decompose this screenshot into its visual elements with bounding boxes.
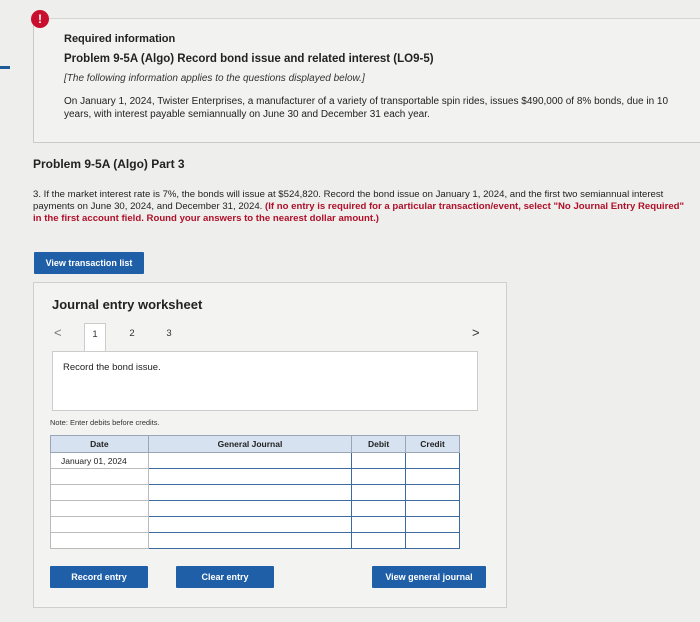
journal-table: Date General Journal Debit Credit Januar… [50, 435, 460, 549]
credit-field[interactable] [405, 484, 460, 501]
account-field[interactable] [147, 468, 353, 485]
account-field[interactable] [147, 532, 353, 549]
journal-entry-worksheet: Journal entry worksheet < 1 2 3 > Record… [33, 282, 507, 608]
date-column-header: Date [50, 435, 149, 453]
date-cell [50, 500, 149, 517]
general-journal-column-header: General Journal [147, 435, 353, 453]
problem-description: On January 1, 2024, Twister Enterprises,… [64, 96, 669, 120]
debit-field[interactable] [351, 516, 407, 533]
table-row [50, 484, 460, 501]
credit-field[interactable] [405, 500, 460, 517]
credit-field[interactable] [405, 516, 460, 533]
credit-column-header: Credit [405, 435, 460, 453]
table-row [50, 500, 460, 517]
debit-credit-note: Note: Enter debits before credits. [50, 418, 160, 427]
account-field[interactable] [147, 516, 353, 533]
table-row [50, 516, 460, 533]
date-cell [50, 468, 149, 485]
debit-field[interactable] [351, 468, 407, 485]
journal-header-row: Date General Journal Debit Credit [50, 435, 460, 453]
view-general-journal-button[interactable]: View general journal [372, 566, 486, 588]
debit-field[interactable] [351, 452, 407, 469]
record-entry-button[interactable]: Record entry [50, 566, 148, 588]
debit-field[interactable] [351, 532, 407, 549]
date-cell [50, 532, 149, 549]
table-row: January 01, 2024 [50, 452, 460, 469]
tab-2[interactable]: 2 [121, 323, 143, 351]
worksheet-title: Journal entry worksheet [52, 297, 203, 312]
debit-column-header: Debit [351, 435, 407, 453]
credit-field[interactable] [405, 452, 460, 469]
debit-field[interactable] [351, 484, 407, 501]
applies-note: [The following information applies to th… [64, 73, 365, 84]
date-cell [50, 516, 149, 533]
credit-field[interactable] [405, 468, 460, 485]
table-row [50, 468, 460, 485]
prev-arrow-icon[interactable]: < [54, 325, 62, 340]
required-label: Required information [64, 33, 176, 45]
debit-field[interactable] [351, 500, 407, 517]
left-edge-marker [0, 66, 10, 69]
account-field[interactable] [147, 484, 353, 501]
alert-icon: ! [31, 10, 49, 28]
view-transaction-list-button[interactable]: View transaction list [34, 252, 144, 274]
instruction-box: Record the bond issue. [52, 351, 478, 411]
tab-1[interactable]: 1 [84, 323, 106, 353]
credit-field[interactable] [405, 532, 460, 549]
table-row [50, 532, 460, 549]
clear-entry-button[interactable]: Clear entry [176, 566, 274, 588]
date-cell [50, 484, 149, 501]
account-field[interactable] [147, 452, 353, 469]
tab-3[interactable]: 3 [158, 323, 180, 351]
problem-title: Problem 9-5A (Algo) Record bond issue an… [64, 53, 434, 65]
part-title: Problem 9-5A (Algo) Part 3 [33, 157, 185, 171]
next-arrow-icon[interactable]: > [472, 325, 480, 340]
date-cell: January 01, 2024 [50, 452, 149, 469]
account-field[interactable] [147, 500, 353, 517]
question-text: 3. If the market interest rate is 7%, th… [33, 189, 693, 225]
instruction-text: Record the bond issue. [63, 362, 161, 373]
required-information-box: Required information Problem 9-5A (Algo)… [33, 18, 700, 143]
